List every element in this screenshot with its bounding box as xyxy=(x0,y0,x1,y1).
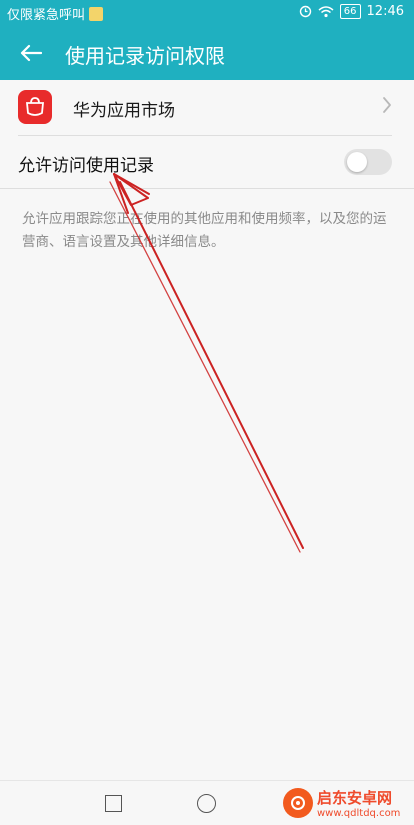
back-button[interactable] xyxy=(12,34,50,72)
watermark: 启东安卓网 www.qdltdq.com xyxy=(283,785,413,821)
status-bar: 仅限紧急呼叫 66 12:46 xyxy=(0,0,414,26)
usage-access-switch[interactable] xyxy=(344,149,392,175)
recent-apps-button[interactable] xyxy=(105,795,122,812)
battery-indicator: 66 xyxy=(339,4,361,19)
status-left: 仅限紧急呼叫 xyxy=(7,4,104,23)
huawei-logo-icon xyxy=(18,90,52,124)
alarm-icon xyxy=(299,5,311,18)
app-info-row[interactable]: 华为应用市场 xyxy=(0,80,414,135)
watermark-url: www.qdltdq.com xyxy=(317,808,401,819)
sim-icon xyxy=(89,6,104,21)
clock: 12:46 xyxy=(366,4,404,19)
chevron-right-icon xyxy=(383,97,391,113)
divider xyxy=(0,188,414,189)
back-arrow-icon xyxy=(20,44,42,62)
permission-description: 允许应用跟踪您正在使用的其他应用和使用频率，以及您的运营商、语言设置及其他详细信… xyxy=(22,211,387,250)
watermark-logo-icon xyxy=(283,788,313,818)
usage-access-label: 允许访问使用记录 xyxy=(18,156,154,176)
switch-knob xyxy=(347,152,367,172)
watermark-title: 启东安卓网 xyxy=(317,789,393,807)
settings-content: 华为应用市场 允许访问使用记录 允许应用跟踪您正在使用的其他应用和使用频率，以及… xyxy=(0,80,414,780)
app-bar: 使用记录访问权限 xyxy=(0,26,414,80)
app-name: 华为应用市场 xyxy=(73,101,175,121)
usage-access-row[interactable]: 允许访问使用记录 xyxy=(0,136,414,188)
home-button[interactable] xyxy=(197,794,216,813)
carrier-text: 仅限紧急呼叫 xyxy=(7,8,86,23)
page-title: 使用记录访问权限 xyxy=(65,44,225,68)
wifi-icon xyxy=(318,6,334,18)
status-right: 66 12:46 xyxy=(299,4,404,19)
